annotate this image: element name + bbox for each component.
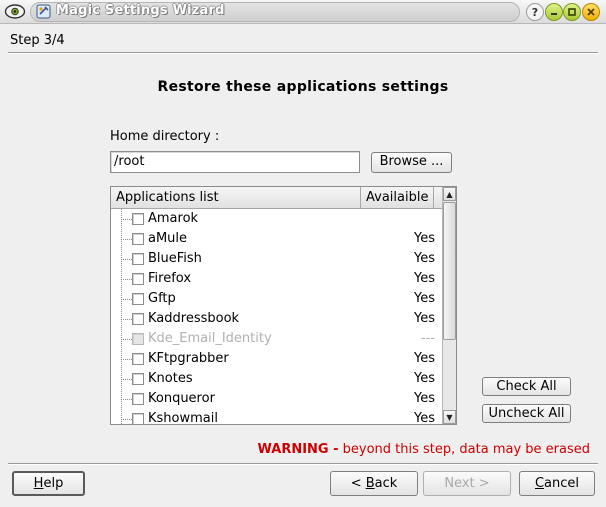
item-name: Kde_Email_Identity bbox=[148, 331, 272, 346]
warning-message: WARNING - beyond this step, data may be … bbox=[0, 442, 591, 457]
list-scrollbar[interactable]: ▲ ▼ bbox=[442, 187, 456, 424]
back-prefix: < bbox=[350, 476, 366, 491]
tree-branch-line bbox=[121, 279, 132, 280]
window-title: Magic Settings Wizard bbox=[56, 3, 225, 18]
list-item[interactable]: KFtpgrabber Yes bbox=[111, 349, 442, 369]
item-checkbox[interactable] bbox=[132, 353, 144, 365]
title-bar[interactable]: Magic Settings Wizard ? bbox=[0, 0, 606, 24]
item-availability: Yes bbox=[414, 231, 435, 246]
item-checkbox[interactable] bbox=[132, 373, 144, 385]
list-item[interactable]: aMule Yes bbox=[111, 229, 442, 249]
item-checkbox[interactable] bbox=[132, 413, 144, 424]
item-name: Konqueror bbox=[148, 391, 215, 406]
item-availability: --- bbox=[420, 331, 435, 346]
item-checkbox[interactable] bbox=[132, 313, 144, 325]
help-mnemonic: H bbox=[33, 476, 44, 491]
item-name: Firefox bbox=[148, 271, 192, 286]
item-name: Knotes bbox=[148, 371, 193, 386]
item-checkbox[interactable] bbox=[132, 233, 144, 245]
list-item[interactable]: Kshowmail Yes bbox=[111, 409, 442, 425]
tree-branch-line bbox=[121, 399, 132, 400]
item-checkbox bbox=[132, 333, 144, 345]
cancel-mnemonic: C bbox=[534, 476, 545, 491]
column-header-applications[interactable]: Applications list bbox=[111, 187, 361, 208]
tree-branch-line bbox=[121, 419, 132, 420]
close-icon bbox=[587, 8, 595, 16]
minimize-icon bbox=[551, 13, 557, 15]
cancel-button[interactable]: Cancel bbox=[519, 471, 595, 496]
maximize-icon bbox=[568, 8, 576, 16]
back-button[interactable]: < Back bbox=[330, 471, 418, 496]
footer-divider bbox=[8, 463, 598, 465]
maximize-button[interactable] bbox=[563, 3, 581, 21]
applications-list[interactable]: Applications list Availaible Amarok aMule… bbox=[110, 186, 457, 425]
item-availability: Yes bbox=[414, 251, 435, 266]
item-checkbox[interactable] bbox=[132, 393, 144, 405]
list-item[interactable]: Firefox Yes bbox=[111, 269, 442, 289]
header-divider bbox=[8, 52, 598, 54]
scroll-up-button[interactable]: ▲ bbox=[443, 187, 456, 201]
item-name: Kshowmail bbox=[148, 411, 218, 425]
item-availability: Yes bbox=[414, 291, 435, 306]
minimize-button[interactable] bbox=[545, 3, 563, 21]
item-name: KFtpgrabber bbox=[148, 351, 229, 366]
item-checkbox[interactable] bbox=[132, 213, 144, 225]
item-name: Gftp bbox=[148, 291, 176, 306]
list-header: Applications list Availaible bbox=[111, 187, 442, 209]
tree-branch-line bbox=[121, 379, 132, 380]
home-directory-label: Home directory : bbox=[110, 129, 220, 144]
scroll-thumb[interactable] bbox=[443, 202, 456, 340]
item-availability: Yes bbox=[414, 371, 435, 386]
item-name: BlueFish bbox=[148, 251, 202, 266]
list-item[interactable]: Konqueror Yes bbox=[111, 389, 442, 409]
arrow-down-icon: ▼ bbox=[446, 412, 453, 422]
warning-text: beyond this step, data may be erased bbox=[338, 442, 590, 457]
tree-branch-line bbox=[121, 339, 132, 340]
item-name: Amarok bbox=[148, 211, 199, 226]
item-availability: Yes bbox=[414, 351, 435, 366]
scroll-down-button[interactable]: ▼ bbox=[443, 410, 456, 424]
cancel-label: ancel bbox=[544, 476, 580, 491]
home-directory-input[interactable]: /root bbox=[110, 151, 360, 173]
back-mnemonic: B bbox=[365, 476, 375, 491]
help-button[interactable]: Help bbox=[12, 471, 85, 496]
tree-branch-line bbox=[121, 239, 132, 240]
window-menu-icon[interactable] bbox=[4, 3, 26, 20]
warning-strong: WARNING - bbox=[257, 442, 339, 457]
page-heading: Restore these applications settings bbox=[157, 79, 449, 95]
check-all-button[interactable]: Check All bbox=[482, 377, 571, 396]
next-button[interactable]: Next > bbox=[423, 471, 511, 496]
item-availability: Yes bbox=[414, 271, 435, 286]
item-name: Kaddressbook bbox=[148, 311, 240, 326]
tree-branch-line bbox=[121, 359, 132, 360]
tree-branch-line bbox=[121, 299, 132, 300]
arrow-up-icon: ▲ bbox=[446, 189, 453, 199]
item-checkbox[interactable] bbox=[132, 293, 144, 305]
list-item: Kde_Email_Identity --- bbox=[111, 329, 442, 349]
back-label: ack bbox=[374, 476, 398, 491]
help-label: elp bbox=[43, 476, 64, 491]
uncheck-all-button[interactable]: Uncheck All bbox=[482, 404, 571, 423]
tree-branch-line bbox=[121, 219, 132, 220]
item-availability: Yes bbox=[414, 311, 435, 326]
column-header-available[interactable]: Availaible bbox=[361, 187, 434, 208]
browse-button[interactable]: Browse ... bbox=[371, 152, 452, 173]
list-rows: Amarok aMule Yes BlueFish Yes Firefox Yes Gftp Y… bbox=[111, 209, 442, 425]
list-item[interactable]: BlueFish Yes bbox=[111, 249, 442, 269]
wizard-app-icon bbox=[36, 4, 51, 19]
list-item[interactable]: Kaddressbook Yes bbox=[111, 309, 442, 329]
tree-branch-line bbox=[121, 259, 132, 260]
list-item[interactable]: Amarok bbox=[111, 209, 442, 229]
item-checkbox[interactable] bbox=[132, 273, 144, 285]
list-item[interactable]: Knotes Yes bbox=[111, 369, 442, 389]
list-item[interactable]: Gftp Yes bbox=[111, 289, 442, 309]
close-button[interactable] bbox=[582, 3, 600, 21]
step-label: Step 3/4 bbox=[10, 33, 65, 48]
item-name: aMule bbox=[148, 231, 188, 246]
help-title-button[interactable]: ? bbox=[526, 3, 544, 21]
tree-branch-line bbox=[121, 319, 132, 320]
item-availability: Yes bbox=[414, 411, 435, 425]
item-checkbox[interactable] bbox=[132, 253, 144, 265]
item-availability: Yes bbox=[414, 391, 435, 406]
